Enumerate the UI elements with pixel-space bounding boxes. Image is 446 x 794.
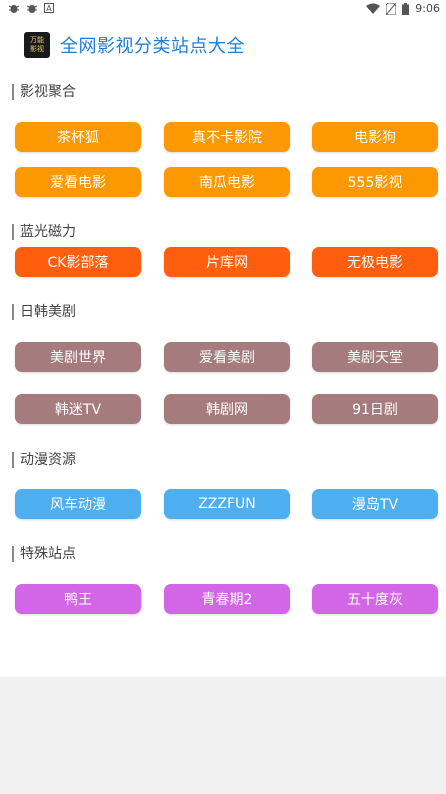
page-title: 全网影视分类站点大全 [60, 36, 245, 57]
site-button-555-yingshi[interactable]: 555影视 [312, 167, 438, 197]
site-button-chabeihu[interactable]: 茶杯狐 [15, 122, 141, 152]
site-button-wushi-du-hui[interactable]: 五十度灰 [312, 584, 438, 614]
battery-icon [402, 2, 410, 15]
site-button-ck-yingbuluo[interactable]: CK影部落 [15, 247, 141, 277]
site-button-zhenbuka[interactable]: 真不卡影院 [164, 122, 290, 152]
svg-text:A: A [46, 4, 52, 13]
bug-icon [8, 2, 20, 14]
section-title-anime: 动漫资源 [12, 452, 76, 468]
section-title-special-sites: 特殊站点 [12, 546, 76, 562]
logo-text-line1: 万能 [30, 36, 44, 44]
logo-text-line2: 影视 [30, 45, 44, 53]
section-title-movie-aggregation: 影视聚合 [12, 84, 76, 100]
app-bar: 万能 影视 全网影视分类站点大全 [0, 18, 446, 70]
site-button-fengche-dongman[interactable]: 风车动漫 [15, 489, 141, 519]
bug-icon [26, 2, 38, 14]
category-list: 影视聚合 茶杯狐 真不卡影院 电影狗 爱看电影 南瓜电影 555影视 蓝光磁力 … [0, 70, 446, 677]
section-title-bluray-magnet: 蓝光磁力 [12, 224, 76, 240]
site-button-meiju-tiantang[interactable]: 美剧天堂 [312, 342, 438, 372]
site-button-yawang[interactable]: 鸭王 [15, 584, 141, 614]
site-button-hanmi-tv[interactable]: 韩迷TV [15, 394, 141, 424]
site-button-aikan-meiju[interactable]: 爱看美剧 [164, 342, 290, 372]
site-button-qingchunqi-2[interactable]: 青春期2 [164, 584, 290, 614]
wifi-icon [366, 3, 381, 14]
site-button-pianku[interactable]: 片库网 [164, 247, 290, 277]
site-button-91-riju[interactable]: 91日剧 [312, 394, 438, 424]
status-time: 9:06 [415, 2, 440, 15]
app-logo: 万能 影视 [24, 32, 50, 58]
site-button-aikan-dianying[interactable]: 爱看电影 [15, 167, 141, 197]
site-button-nangua-dianying[interactable]: 南瓜电影 [164, 167, 290, 197]
status-bar: A 9:06 [0, 0, 446, 18]
site-button-meiju-shijie[interactable]: 美剧世界 [15, 342, 141, 372]
site-button-mandao-tv[interactable]: 漫岛TV [312, 489, 438, 519]
site-button-dianyinggou[interactable]: 电影狗 [312, 122, 438, 152]
section-title-asian-us-drama: 日韩美剧 [12, 304, 76, 320]
site-button-zzzfun[interactable]: ZZZFUN [164, 489, 290, 519]
a-badge-icon: A [44, 3, 54, 13]
site-button-hanju-wang[interactable]: 韩剧网 [164, 394, 290, 424]
no-sim-icon [386, 2, 397, 15]
site-button-wuji-dianying[interactable]: 无极电影 [312, 247, 438, 277]
